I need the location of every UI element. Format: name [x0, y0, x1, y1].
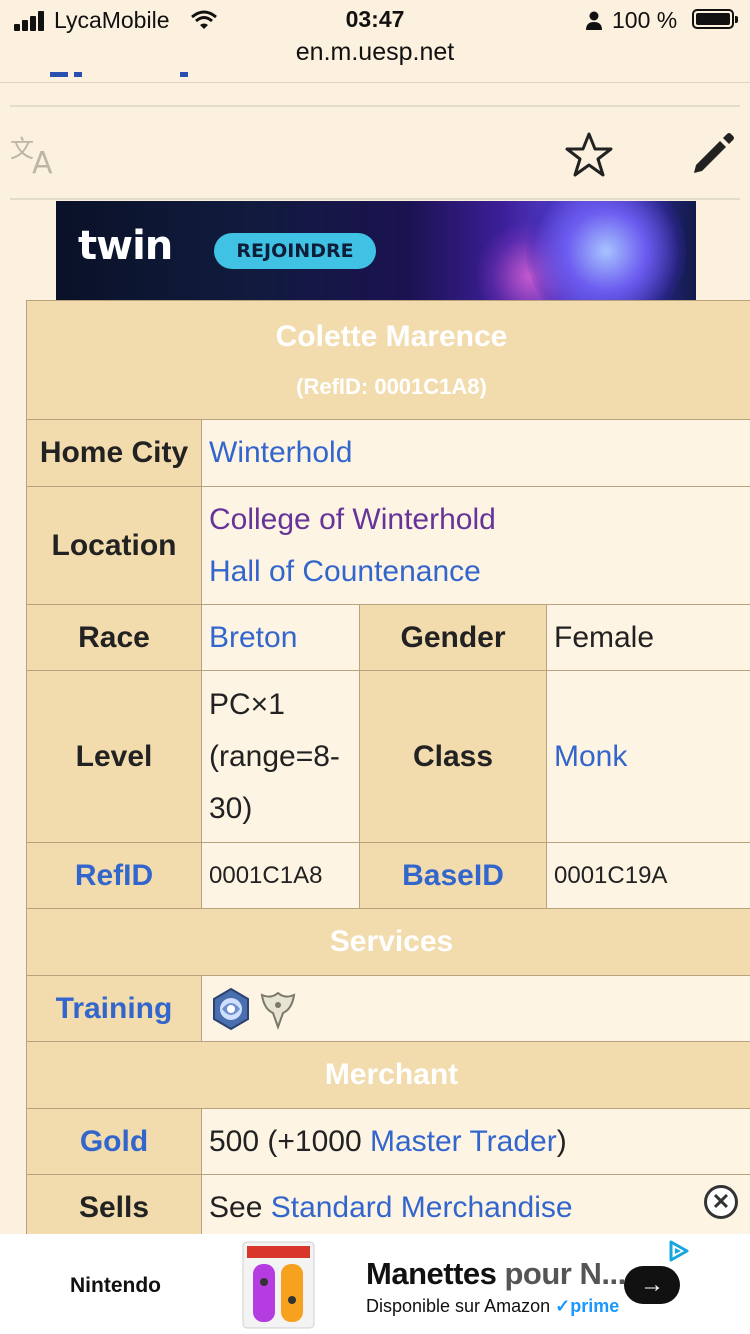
- standard-merchandise-link[interactable]: Standard Merchandise: [271, 1191, 573, 1224]
- star-icon[interactable]: [565, 131, 613, 179]
- baseid-label-link[interactable]: BaseID: [402, 859, 504, 892]
- ad-subtitle: Disponible sur Amazon ✓prime: [366, 1296, 619, 1317]
- close-ad-icon[interactable]: ✕: [704, 1185, 738, 1219]
- baseid-label-cell: BaseID: [359, 842, 547, 909]
- scrolled-text-remnant: [50, 72, 188, 77]
- ad-cta-button[interactable]: REJOINDRE: [214, 233, 376, 269]
- class-label: Class: [359, 670, 547, 843]
- gold-cell: 500 (+1000 Master Trader): [201, 1108, 750, 1175]
- home-city-link[interactable]: Winterhold: [209, 436, 352, 469]
- ad-go-button[interactable]: →: [624, 1266, 680, 1304]
- ad-subtitle-text: Disponible sur Amazon: [366, 1296, 551, 1316]
- ad-title: Manettes pour N...: [366, 1256, 626, 1292]
- home-city-label: Home City: [26, 419, 202, 487]
- gold-label-link[interactable]: Gold: [80, 1125, 148, 1158]
- adchoices-icon[interactable]: [668, 1240, 690, 1262]
- level-line: 30): [209, 791, 253, 825]
- person-icon: [586, 11, 602, 30]
- page-actions-toolbar: 文 A: [10, 105, 740, 200]
- status-bar: LycaMobile 03:47 en.m.uesp.net 100 %: [0, 0, 750, 83]
- location-cell: College of Winterhold Hall of Countenanc…: [201, 486, 750, 605]
- merchant-header: Merchant: [26, 1041, 750, 1109]
- ad-title-bold: Manettes: [366, 1256, 497, 1291]
- location-label: Location: [26, 486, 202, 605]
- gender-value: Female: [546, 604, 750, 671]
- banner-ad[interactable]: twin REJOINDRE: [56, 201, 696, 301]
- battery-icon: [692, 9, 738, 29]
- ad-card[interactable]: Nintendo Manettes pour N... Disponible s…: [56, 1236, 696, 1332]
- level-cell: PC×1 (range=8- 30): [201, 670, 360, 843]
- services-header: Services: [26, 908, 750, 976]
- race-label: Race: [26, 604, 202, 671]
- gold-amount: 500 (+1000: [209, 1124, 370, 1158]
- baseid-value: 0001C19A: [546, 842, 750, 909]
- sells-prefix: See: [209, 1190, 271, 1224]
- svg-text:文: 文: [10, 135, 34, 163]
- prime-badge: ✓prime: [555, 1296, 620, 1316]
- location-link-hall[interactable]: Hall of Countenance: [209, 546, 749, 598]
- ad-logo: twin: [78, 223, 173, 269]
- level-label: Level: [26, 670, 202, 843]
- battery-percent: 100 %: [612, 7, 678, 33]
- location-link-college[interactable]: College of Winterhold: [209, 494, 749, 546]
- npc-name: Colette Marence: [275, 320, 508, 353]
- level-line: PC×1: [209, 687, 285, 721]
- ad-art-glow: [526, 201, 686, 301]
- ad-title-rest: pour N...: [496, 1256, 626, 1291]
- training-label-link[interactable]: Training: [56, 992, 173, 1025]
- address-url[interactable]: en.m.uesp.net: [0, 38, 750, 67]
- refid-label-cell: RefID: [26, 842, 202, 909]
- master-trader-link[interactable]: Master Trader: [370, 1125, 557, 1158]
- pencil-icon[interactable]: [690, 131, 736, 177]
- npc-infobox: Colette Marence (RefID: 0001C1A8) Home C…: [26, 300, 750, 1241]
- level-line: (range=8-: [209, 739, 340, 773]
- training-cell: [201, 975, 750, 1042]
- sells-label: Sells: [26, 1174, 202, 1241]
- race-link[interactable]: Breton: [209, 621, 297, 654]
- bottom-ad[interactable]: Nintendo Manettes pour N... Disponible s…: [0, 1234, 750, 1334]
- sells-cell: See Standard Merchandise: [201, 1174, 750, 1241]
- alteration-skill-icon[interactable]: [209, 987, 253, 1031]
- race-cell: Breton: [201, 604, 360, 671]
- ad-brand: Nintendo: [70, 1274, 161, 1297]
- refid-label-link[interactable]: RefID: [75, 859, 153, 892]
- translate-icon[interactable]: 文 A: [10, 133, 62, 175]
- svg-text:A: A: [32, 146, 53, 175]
- gold-suffix: ): [556, 1124, 567, 1158]
- prime-text: prime: [570, 1296, 620, 1316]
- joycon-product-image: [242, 1241, 315, 1329]
- home-city-cell: Winterhold: [201, 419, 750, 487]
- class-cell: Monk: [546, 670, 750, 843]
- gold-label-cell: Gold: [26, 1108, 202, 1175]
- npc-refid-title: (RefID: 0001C1A8): [296, 374, 487, 399]
- training-label-cell: Training: [26, 975, 202, 1042]
- gender-label: Gender: [359, 604, 547, 671]
- infobox-title: Colette Marence (RefID: 0001C1A8): [26, 300, 750, 420]
- restoration-skill-icon[interactable]: [259, 987, 297, 1031]
- refid-value: 0001C1A8: [201, 842, 360, 909]
- class-link[interactable]: Monk: [554, 740, 627, 773]
